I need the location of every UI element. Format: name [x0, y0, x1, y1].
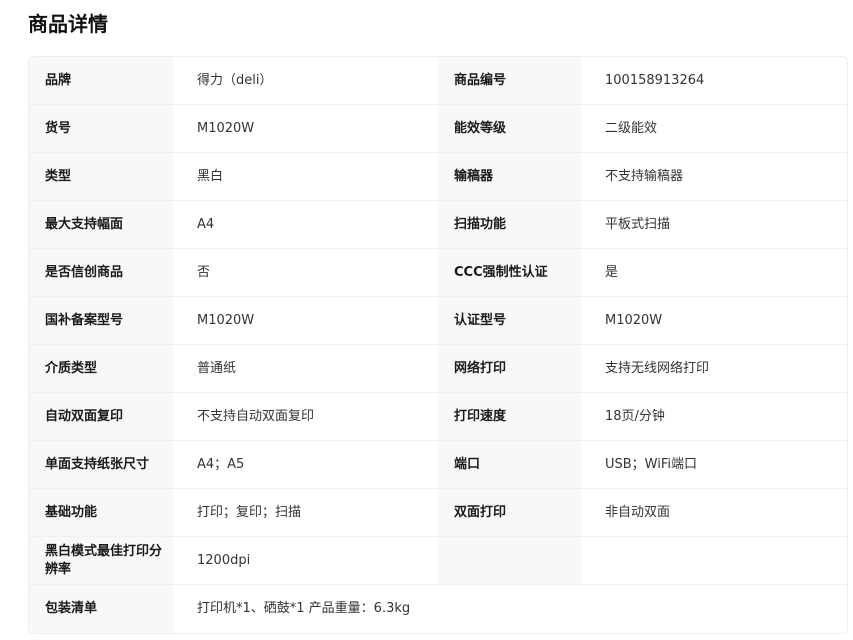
spec-row-type: 类型 黑白 输稿器 不支持输稿器	[29, 153, 847, 201]
spec-value-media-type: 普通纸	[173, 345, 438, 392]
spec-value-print-speed: 18页/分钟	[581, 393, 847, 440]
spec-value-cert-model: M1020W	[581, 297, 847, 344]
spec-label-ccc: CCC强制性认证	[438, 249, 581, 296]
spec-label-product-id: 商品编号	[438, 57, 581, 104]
spec-value-document-feeder: 不支持输稿器	[581, 153, 847, 200]
spec-table: 品牌 得力（deli） 商品编号 100158913264 货号 M1020W …	[28, 56, 848, 634]
spec-value-energy-class: 二级能效	[581, 105, 847, 152]
spec-value-item-no: M1020W	[173, 105, 438, 152]
spec-label-packing-list: 包装清单	[29, 585, 173, 633]
spec-label-resolution: 黑白模式最佳打印分辨率	[29, 537, 173, 584]
spec-row-paper-size: 单面支持纸张尺寸 A4；A5 端口 USB；WiFi端口	[29, 441, 847, 489]
spec-value-basic-function: 打印；复印；扫描	[173, 489, 438, 536]
spec-label-network-print: 网络打印	[438, 345, 581, 392]
spec-label-port: 端口	[438, 441, 581, 488]
spec-label-brand: 品牌	[29, 57, 173, 104]
spec-label-basic-function: 基础功能	[29, 489, 173, 536]
spec-label-energy-class: 能效等级	[438, 105, 581, 152]
spec-row-duplex-copy: 自动双面复印 不支持自动双面复印 打印速度 18页/分钟	[29, 393, 847, 441]
spec-value-paper-size: A4；A5	[173, 441, 438, 488]
spec-row-item-no: 货号 M1020W 能效等级 二级能效	[29, 105, 847, 153]
spec-value-duplex-copy: 不支持自动双面复印	[173, 393, 438, 440]
page-title: 商品详情	[28, 12, 108, 36]
spec-label-media-type: 介质类型	[29, 345, 173, 392]
spec-row-basic-function: 基础功能 打印；复印；扫描 双面打印 非自动双面	[29, 489, 847, 537]
spec-value-subsidy-model: M1020W	[173, 297, 438, 344]
spec-value-empty	[581, 537, 847, 584]
spec-value-brand: 得力（deli）	[173, 57, 438, 104]
spec-row-packing-list: 包装清单 打印机*1、硒鼓*1 产品重量：6.3kg	[29, 585, 847, 633]
spec-label-item-no: 货号	[29, 105, 173, 152]
spec-label-document-feeder: 输稿器	[438, 153, 581, 200]
spec-value-ccc: 是	[581, 249, 847, 296]
spec-row-brand: 品牌 得力（deli） 商品编号 100158913264	[29, 57, 847, 105]
spec-label-xinchuang: 是否信创商品	[29, 249, 173, 296]
spec-value-network-print: 支持无线网络打印	[581, 345, 847, 392]
spec-label-type: 类型	[29, 153, 173, 200]
spec-label-scan-function: 扫描功能	[438, 201, 581, 248]
spec-row-xinchuang: 是否信创商品 否 CCC强制性认证 是	[29, 249, 847, 297]
spec-label-max-size: 最大支持幅面	[29, 201, 173, 248]
spec-value-xinchuang: 否	[173, 249, 438, 296]
spec-value-product-id: 100158913264	[581, 57, 847, 104]
spec-row-media-type: 介质类型 普通纸 网络打印 支持无线网络打印	[29, 345, 847, 393]
spec-value-scan-function: 平板式扫描	[581, 201, 847, 248]
spec-label-duplex-copy: 自动双面复印	[29, 393, 173, 440]
spec-value-type: 黑白	[173, 153, 438, 200]
spec-label-cert-model: 认证型号	[438, 297, 581, 344]
spec-label-paper-size: 单面支持纸张尺寸	[29, 441, 173, 488]
spec-row-max-size: 最大支持幅面 A4 扫描功能 平板式扫描	[29, 201, 847, 249]
spec-value-packing-list: 打印机*1、硒鼓*1 产品重量：6.3kg	[173, 585, 847, 633]
spec-label-duplex-print: 双面打印	[438, 489, 581, 536]
spec-value-max-size: A4	[173, 201, 438, 248]
spec-label-subsidy-model: 国补备案型号	[29, 297, 173, 344]
spec-label-print-speed: 打印速度	[438, 393, 581, 440]
spec-value-resolution: 1200dpi	[173, 537, 438, 584]
spec-value-duplex-print: 非自动双面	[581, 489, 847, 536]
spec-row-resolution: 黑白模式最佳打印分辨率 1200dpi	[29, 537, 847, 585]
spec-row-subsidy-model: 国补备案型号 M1020W 认证型号 M1020W	[29, 297, 847, 345]
spec-value-port: USB；WiFi端口	[581, 441, 847, 488]
spec-label-empty	[438, 537, 581, 584]
